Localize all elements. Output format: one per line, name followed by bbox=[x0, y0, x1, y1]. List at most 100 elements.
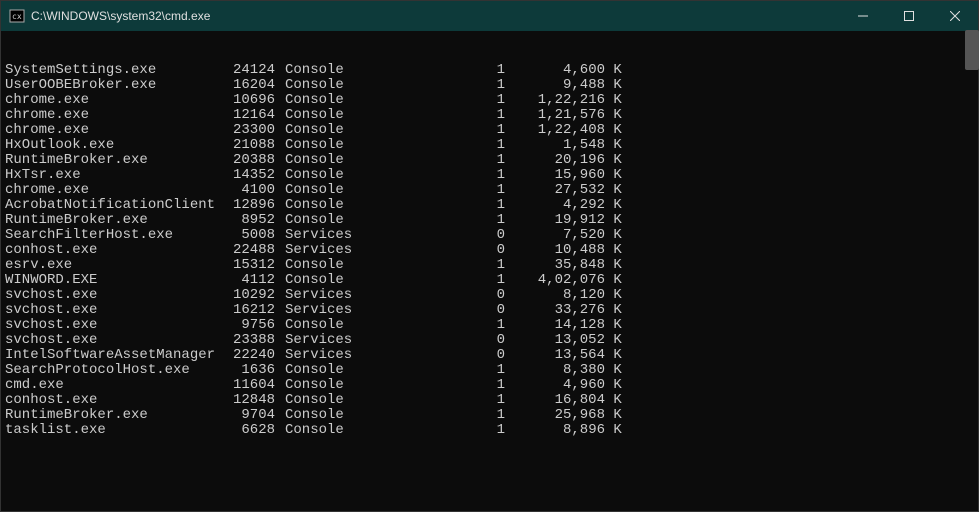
process-name: IntelSoftwareAssetManager bbox=[5, 348, 215, 363]
process-mem-unit: K bbox=[605, 258, 625, 273]
process-pid: 10696 bbox=[215, 93, 275, 108]
process-pid: 22488 bbox=[215, 243, 275, 258]
process-session: Console bbox=[285, 138, 415, 153]
process-pid: 9704 bbox=[215, 408, 275, 423]
process-row: UserOOBEBroker.exe16204 Console19,488 K bbox=[5, 78, 974, 93]
process-mem-unit: K bbox=[605, 378, 625, 393]
process-memory: 15,960 bbox=[505, 168, 605, 183]
process-session-num: 1 bbox=[415, 168, 505, 183]
process-session: Console bbox=[285, 78, 415, 93]
process-memory: 35,848 bbox=[505, 258, 605, 273]
process-session-num: 1 bbox=[415, 123, 505, 138]
process-row: conhost.exe22488 Services010,488 K bbox=[5, 243, 974, 258]
process-session-num: 1 bbox=[415, 153, 505, 168]
process-memory: 20,196 bbox=[505, 153, 605, 168]
process-row: SystemSettings.exe24124 Console14,600 K bbox=[5, 63, 974, 78]
process-name: WINWORD.EXE bbox=[5, 273, 215, 288]
process-mem-unit: K bbox=[605, 63, 625, 78]
process-name: cmd.exe bbox=[5, 378, 215, 393]
process-row: HxTsr.exe14352 Console115,960 K bbox=[5, 168, 974, 183]
cmd-icon: cx bbox=[9, 8, 25, 24]
process-session-num: 0 bbox=[415, 228, 505, 243]
process-pid: 12164 bbox=[215, 108, 275, 123]
process-session-num: 0 bbox=[415, 348, 505, 363]
process-session: Services bbox=[285, 348, 415, 363]
process-memory: 7,520 bbox=[505, 228, 605, 243]
process-row: chrome.exe4100 Console127,532 K bbox=[5, 183, 974, 198]
process-mem-unit: K bbox=[605, 153, 625, 168]
process-memory: 1,21,576 bbox=[505, 108, 605, 123]
process-session-num: 1 bbox=[415, 408, 505, 423]
process-memory: 8,120 bbox=[505, 288, 605, 303]
process-pid: 16204 bbox=[215, 78, 275, 93]
process-name: svchost.exe bbox=[5, 303, 215, 318]
minimize-button[interactable] bbox=[840, 1, 886, 31]
process-pid: 20388 bbox=[215, 153, 275, 168]
process-session-num: 1 bbox=[415, 198, 505, 213]
process-name: SystemSettings.exe bbox=[5, 63, 215, 78]
cmd-window: cx C:\WINDOWS\system32\cmd.exe SystemSet… bbox=[0, 0, 979, 512]
process-row: chrome.exe23300 Console11,22,408 K bbox=[5, 123, 974, 138]
process-session-num: 1 bbox=[415, 363, 505, 378]
process-pid: 11604 bbox=[215, 378, 275, 393]
process-memory: 9,488 bbox=[505, 78, 605, 93]
process-row: conhost.exe12848 Console116,804 K bbox=[5, 393, 974, 408]
vertical-scrollbar[interactable] bbox=[965, 30, 979, 70]
process-pid: 23388 bbox=[215, 333, 275, 348]
process-session: Console bbox=[285, 273, 415, 288]
process-mem-unit: K bbox=[605, 348, 625, 363]
process-row: RuntimeBroker.exe8952 Console119,912 K bbox=[5, 213, 974, 228]
process-session: Console bbox=[285, 393, 415, 408]
process-session: Services bbox=[285, 333, 415, 348]
process-session-num: 1 bbox=[415, 213, 505, 228]
process-memory: 8,380 bbox=[505, 363, 605, 378]
process-pid: 4100 bbox=[215, 183, 275, 198]
titlebar[interactable]: cx C:\WINDOWS\system32\cmd.exe bbox=[1, 1, 978, 31]
process-mem-unit: K bbox=[605, 393, 625, 408]
process-session: Console bbox=[285, 123, 415, 138]
process-mem-unit: K bbox=[605, 408, 625, 423]
process-mem-unit: K bbox=[605, 93, 625, 108]
process-memory: 4,292 bbox=[505, 198, 605, 213]
process-name: RuntimeBroker.exe bbox=[5, 153, 215, 168]
process-session: Services bbox=[285, 228, 415, 243]
process-pid: 4112 bbox=[215, 273, 275, 288]
process-memory: 13,564 bbox=[505, 348, 605, 363]
process-row: svchost.exe23388 Services013,052 K bbox=[5, 333, 974, 348]
process-session-num: 1 bbox=[415, 258, 505, 273]
process-name: tasklist.exe bbox=[5, 423, 215, 438]
process-session: Console bbox=[285, 258, 415, 273]
terminal-output[interactable]: SystemSettings.exe24124 Console14,600 KU… bbox=[1, 31, 978, 511]
process-memory: 1,548 bbox=[505, 138, 605, 153]
maximize-button[interactable] bbox=[886, 1, 932, 31]
process-memory: 25,968 bbox=[505, 408, 605, 423]
process-pid: 12896 bbox=[215, 198, 275, 213]
process-name: SearchProtocolHost.exe bbox=[5, 363, 215, 378]
process-session: Console bbox=[285, 213, 415, 228]
process-session: Console bbox=[285, 198, 415, 213]
process-row: svchost.exe16212 Services033,276 K bbox=[5, 303, 974, 318]
process-session: Console bbox=[285, 423, 415, 438]
close-button[interactable] bbox=[932, 1, 978, 31]
process-mem-unit: K bbox=[605, 303, 625, 318]
process-session: Console bbox=[285, 378, 415, 393]
process-session-num: 0 bbox=[415, 243, 505, 258]
process-row: IntelSoftwareAssetManager22240 Services0… bbox=[5, 348, 974, 363]
process-session: Console bbox=[285, 183, 415, 198]
process-memory: 4,960 bbox=[505, 378, 605, 393]
process-name: RuntimeBroker.exe bbox=[5, 213, 215, 228]
process-session-num: 1 bbox=[415, 78, 505, 93]
process-session: Services bbox=[285, 303, 415, 318]
process-name: conhost.exe bbox=[5, 393, 215, 408]
process-name: chrome.exe bbox=[5, 183, 215, 198]
process-row: RuntimeBroker.exe20388 Console120,196 K bbox=[5, 153, 974, 168]
process-row: cmd.exe11604 Console14,960 K bbox=[5, 378, 974, 393]
process-mem-unit: K bbox=[605, 363, 625, 378]
process-pid: 24124 bbox=[215, 63, 275, 78]
window-controls bbox=[840, 1, 978, 31]
process-mem-unit: K bbox=[605, 318, 625, 333]
process-pid: 5008 bbox=[215, 228, 275, 243]
process-memory: 13,052 bbox=[505, 333, 605, 348]
process-session-num: 0 bbox=[415, 288, 505, 303]
process-row: svchost.exe10292 Services08,120 K bbox=[5, 288, 974, 303]
